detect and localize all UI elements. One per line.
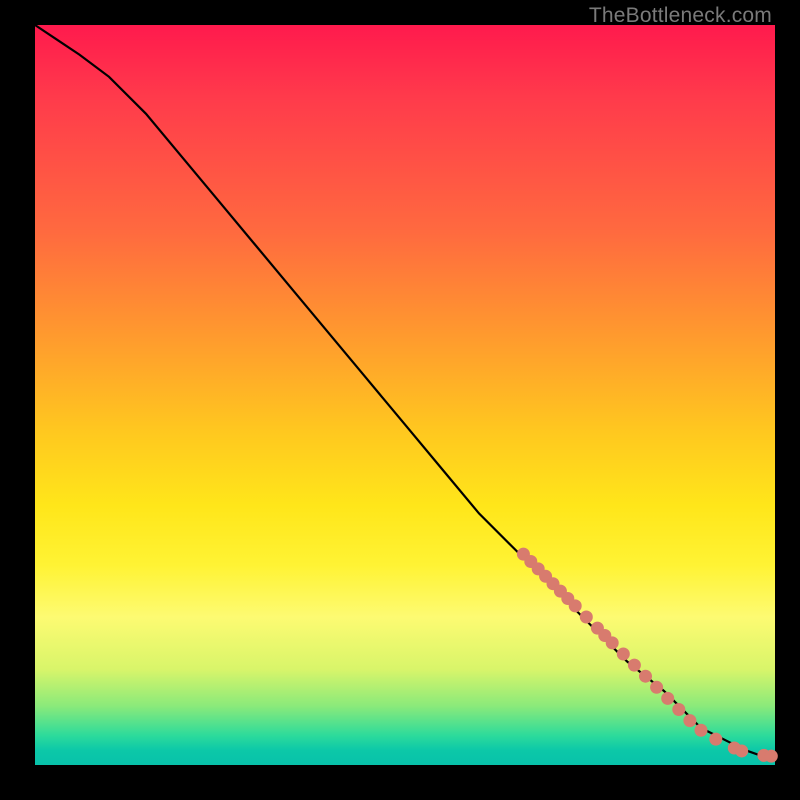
chart-svg (35, 25, 775, 765)
data-point (709, 733, 722, 746)
data-point (672, 703, 685, 716)
bottleneck-curve (35, 25, 775, 756)
data-point (639, 670, 652, 683)
chart-plot-area (35, 25, 775, 765)
data-point (580, 611, 593, 624)
data-point (606, 636, 619, 649)
data-markers (517, 548, 778, 763)
data-point (569, 599, 582, 612)
data-point (650, 681, 663, 694)
data-point (628, 659, 641, 672)
watermark-text: TheBottleneck.com (589, 4, 772, 28)
data-point (661, 692, 674, 705)
data-point (765, 750, 778, 763)
data-point (735, 744, 748, 757)
data-point (695, 724, 708, 737)
data-point (683, 714, 696, 727)
chart-frame: TheBottleneck.com (0, 0, 800, 800)
data-point (617, 648, 630, 661)
